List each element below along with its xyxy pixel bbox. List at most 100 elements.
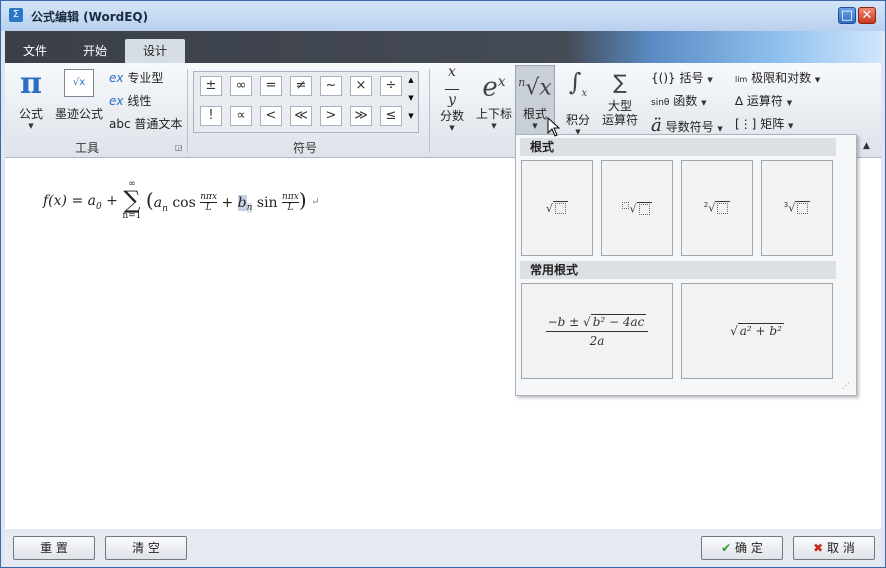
formula-button[interactable]: π 公式 ▼ <box>13 67 49 133</box>
bracket-icon: {()} <box>651 71 676 85</box>
linear-button[interactable]: ex 线性 <box>109 92 151 109</box>
accent-icon: ä <box>651 115 662 136</box>
radical-section-title: 根式 <box>520 138 836 156</box>
reset-button[interactable]: 重 置 <box>13 536 95 560</box>
tab-design[interactable]: 设计 <box>125 39 185 63</box>
maximize-icon[interactable]: □ <box>838 7 856 24</box>
radical-square-root[interactable]: √ <box>521 160 593 256</box>
symbol-button[interactable]: × <box>350 76 372 96</box>
radical-cube-root[interactable]: 3√ <box>761 160 833 256</box>
title-bar: Σ 公式编辑 (WordEQ) □ ✕ <box>1 1 885 31</box>
collapse-ribbon-icon[interactable]: ▲ <box>863 141 870 151</box>
index-3-root-icon: 3√ <box>784 200 811 215</box>
cancel-label: 取 消 <box>827 541 855 555</box>
formula-display: f(x) = a0 + ∞ ∑ n=1 (an cos nπx L + bn si… <box>43 180 319 221</box>
sum-symbol: ∞ ∑ n=1 <box>122 179 142 221</box>
dialog-button-bar: 重 置 清 空 ✔ 确 定 ✖ 取 消 <box>5 530 881 566</box>
professional-button[interactable]: ex 专业型 <box>109 69 163 86</box>
clear-button[interactable]: 清 空 <box>105 536 187 560</box>
chevron-down-icon: ▼ <box>491 121 497 130</box>
scroll-down-icon[interactable]: ▼ <box>405 89 417 107</box>
symbol-button[interactable]: ± <box>200 76 222 96</box>
operator-button[interactable]: ∆ 运算符 ▼ <box>735 92 792 109</box>
accent-label: 导数符号 <box>665 120 714 134</box>
chevron-down-icon: ▼ <box>788 122 794 130</box>
radical-dropdown: 根式 √ √ 2√ 3√ 常用根式 −b ± √ b² − 4ac 2a √ a² … <box>515 134 857 396</box>
window-title: 公式编辑 (WordEQ) <box>31 10 149 24</box>
quadratic-formula-item[interactable]: −b ± √ b² − 4ac 2a <box>521 283 673 379</box>
return-mark-icon: ↵ <box>311 196 320 208</box>
ok-button[interactable]: ✔ 确 定 <box>701 536 783 560</box>
matrix-label: 矩阵 <box>760 117 785 131</box>
group-divider <box>187 69 188 153</box>
radical-nth-root[interactable]: √ <box>601 160 673 256</box>
symbol-scroll[interactable]: ▲ ▼ ▼ <box>405 71 417 131</box>
chevron-down-icon: ▼ <box>701 99 707 107</box>
limit-icon: lim <box>735 75 748 84</box>
chevron-down-icon: ▼ <box>28 122 34 130</box>
symbol-button[interactable]: ≫ <box>350 106 372 126</box>
ink-formula-button[interactable]: √x 墨迹公式 <box>53 67 105 133</box>
chevron-down-icon: ▼ <box>786 99 793 107</box>
quadratic-formula: −b ± √ b² − 4ac 2a <box>545 313 649 350</box>
symbol-button[interactable]: > <box>320 106 342 126</box>
hypotenuse-formula-item[interactable]: √ a² + b² <box>681 283 833 379</box>
linear-icon: ex <box>109 94 124 108</box>
professional-label: 专业型 <box>127 71 164 85</box>
function-label: 函数 <box>673 94 698 108</box>
hypotenuse-formula: √ a² + b² <box>730 323 784 338</box>
large-operator-button[interactable]: ∑ 大型 运算符 <box>599 65 641 127</box>
pi-icon: π <box>20 66 42 101</box>
accent-button[interactable]: ä 导数符号 ▼ <box>651 115 723 136</box>
radical-square-root-index[interactable]: 2√ <box>681 160 753 256</box>
limit-log-button[interactable]: lim 极限和对数 ▼ <box>735 69 820 86</box>
radical-icon: n√x <box>518 75 552 101</box>
chevron-down-icon: ▼ <box>814 76 821 84</box>
symbol-button[interactable]: ≤ <box>380 106 402 126</box>
abc-icon: abc <box>109 117 131 131</box>
formula-label: 公式 <box>18 107 43 121</box>
symbol-button[interactable]: ∞ <box>230 76 252 96</box>
fraction-button[interactable]: xy 分数 ▼ <box>437 65 467 132</box>
tab-file[interactable]: 文件 <box>11 39 59 63</box>
cancel-button[interactable]: ✖ 取 消 <box>793 536 875 560</box>
symbols-group-label: 符号 <box>293 141 318 155</box>
function-button[interactable]: sinθ 函数 ▼ <box>651 92 706 109</box>
matrix-button[interactable]: [⋮] 矩阵 ▼ <box>735 115 793 132</box>
limit-log-label: 极限和对数 <box>751 71 812 85</box>
symbol-button[interactable]: ∝ <box>230 106 252 126</box>
bracket-button[interactable]: {()} 括号 ▼ <box>651 69 713 86</box>
close-icon[interactable]: ✕ <box>858 7 876 24</box>
symbol-button[interactable]: < <box>260 106 282 126</box>
matrix-icon: [⋮] <box>735 117 757 131</box>
fraction-icon: xy <box>437 65 467 107</box>
dialog-launcher-icon[interactable]: ◲ <box>175 143 183 152</box>
sum-icon: ∑ <box>613 70 627 94</box>
group-divider <box>429 69 430 153</box>
square-root-icon: √ <box>546 200 568 215</box>
chevron-down-icon: ▼ <box>707 76 713 84</box>
scroll-up-icon[interactable]: ▲ <box>405 71 417 89</box>
symbol-button[interactable]: = <box>260 76 282 96</box>
sin-icon: sinθ <box>651 98 670 108</box>
common-radicals-title: 常用根式 <box>520 261 836 279</box>
symbol-button[interactable]: ≠ <box>290 76 312 96</box>
resize-grip-icon[interactable]: ⋰ <box>842 381 850 390</box>
script-label: 上下标 <box>475 106 512 121</box>
script-button[interactable]: ex 上下标 ▼ <box>475 65 513 130</box>
script-icon: ex <box>482 72 506 103</box>
integral-label: 积分 <box>565 112 590 127</box>
tab-home[interactable]: 开始 <box>65 39 125 63</box>
large-operator-label: 大型 运算符 <box>601 99 638 127</box>
symbol-button[interactable]: ≪ <box>290 106 312 126</box>
ribbon-tab-bar: 文件 开始 设计 <box>5 31 881 63</box>
expand-gallery-icon[interactable]: ▼ <box>405 107 417 125</box>
formula-body: (an cos nπx L + bn sin nπx L) <box>145 187 307 214</box>
symbol-button[interactable]: ~ <box>320 76 342 96</box>
plain-text-button[interactable]: abc 普通文本 <box>109 115 182 132</box>
fraction-label: 分数 <box>439 109 464 123</box>
symbol-gallery: ± ∞ = ≠ ~ × ÷ ! ∝ < ≪ > ≫ ≤ <box>193 71 419 133</box>
symbol-button[interactable]: ! <box>200 106 222 126</box>
integral-button[interactable]: ∫x 积分 ▼ <box>561 65 595 136</box>
symbol-button[interactable]: ÷ <box>380 76 402 96</box>
